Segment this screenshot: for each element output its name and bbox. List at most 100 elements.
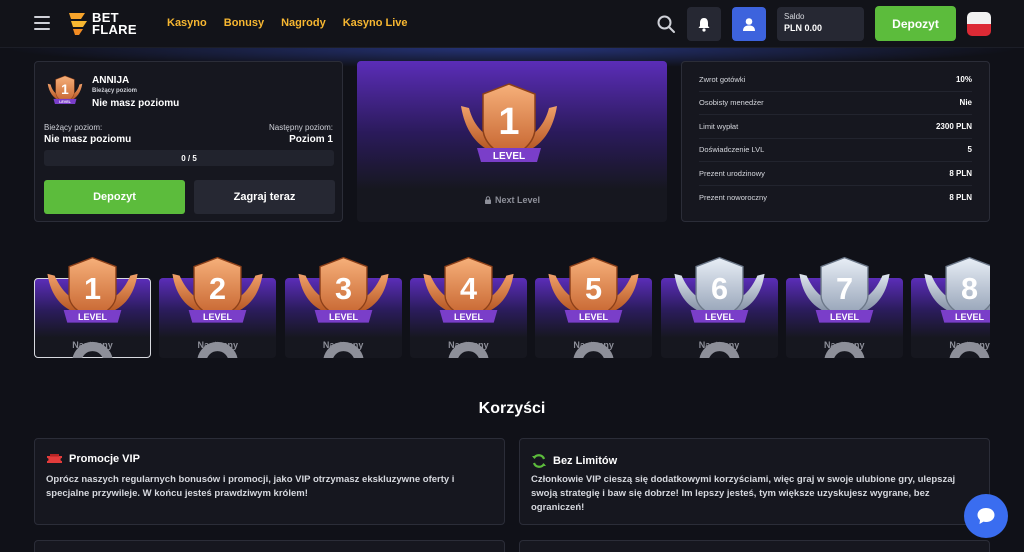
level-2-badge-icon: 2 LEVEL xyxy=(172,256,263,323)
level-word: LEVEL xyxy=(955,312,985,322)
level-next-label: Następny xyxy=(661,340,778,358)
next-level-text: Next Level xyxy=(494,195,541,205)
level-number: 4 xyxy=(460,272,477,306)
ticket-icon xyxy=(47,454,62,463)
benefit-title: Bez Limitów xyxy=(553,455,618,467)
main-nav: Kasyno Bonusy Nagrody Kasyno Live xyxy=(167,17,408,29)
nav-kasyno-live[interactable]: Kasyno Live xyxy=(343,17,408,29)
menu-icon[interactable] xyxy=(34,16,50,30)
stat-row: Doświadczenie LVL 5 xyxy=(699,139,972,162)
nav-bonusy[interactable]: Bonusy xyxy=(224,17,264,29)
level-number: 8 xyxy=(961,272,978,306)
level-number: 5 xyxy=(585,272,602,306)
nav-nagrody[interactable]: Nagrody xyxy=(281,17,326,29)
level-card-4[interactable]: 4 LEVEL Następny xyxy=(409,254,527,358)
flare-logo-icon xyxy=(69,13,87,35)
level-number: 6 xyxy=(710,272,727,306)
stat-value: 10% xyxy=(955,74,972,84)
benefit-description: Oprócz naszych regularnych bonusów i pro… xyxy=(46,474,455,499)
deposit-button[interactable]: Depozyt xyxy=(875,6,956,41)
level-1-badge-icon xyxy=(44,73,86,109)
levels-carousel[interactable]: 1 LEVEL Następny 2 LEVEL Następny 3 LEVEL Następ… xyxy=(34,254,990,358)
stat-row: Limit wypłat 2300 PLN xyxy=(699,115,972,139)
level-3-badge-icon: 3 LEVEL xyxy=(298,256,389,323)
search-icon[interactable] xyxy=(656,14,676,34)
level-8-badge-icon: 8 LEVEL xyxy=(924,256,990,323)
current-level-caption: Bieżący poziom: xyxy=(44,123,103,132)
chat-bubble-icon xyxy=(977,508,995,524)
notifications-button[interactable] xyxy=(687,7,721,41)
stat-label: Prezent urodzinowy xyxy=(699,168,765,178)
play-now-button[interactable]: Zagraj teraz xyxy=(194,180,335,214)
benefit-card-partial xyxy=(34,540,505,552)
level-card-5[interactable]: 5 LEVEL Następny xyxy=(535,254,653,358)
level-4-badge-icon: 4 LEVEL xyxy=(423,256,514,323)
user-icon xyxy=(743,17,755,31)
balance-box[interactable]: Saldo PLN 0.00 xyxy=(777,7,864,41)
level-next-label: Następny xyxy=(911,340,990,358)
level-word: LEVEL xyxy=(579,312,609,322)
stat-label: Zwrot gotówki xyxy=(699,74,746,84)
language-flag-pl-icon[interactable] xyxy=(967,12,991,36)
level-card-8[interactable]: 8 LEVEL Następny xyxy=(911,254,990,358)
stat-label: Prezent noworoczny xyxy=(699,192,767,202)
refresh-icon xyxy=(532,454,546,468)
level-7-badge-icon: 7 LEVEL xyxy=(799,256,890,323)
balance-value: PLN 0.00 xyxy=(784,23,823,33)
level-next-label: Następny xyxy=(285,340,402,358)
progress-text: 0 / 5 xyxy=(181,153,197,163)
lock-icon xyxy=(484,196,491,204)
top-header: BET FLARE Kasyno Bonusy Nagrody Kasyno L… xyxy=(0,0,1024,48)
lock-icon xyxy=(198,341,238,358)
bell-icon xyxy=(698,17,710,32)
stat-value: 8 PLN xyxy=(949,192,972,202)
stat-row: Zwrot gotówki 10% xyxy=(699,68,972,92)
level-next-label: Następny xyxy=(410,340,527,358)
current-level-showcase: Next Level xyxy=(357,61,667,222)
nav-kasyno[interactable]: Kasyno xyxy=(167,17,207,29)
stat-value: 5 xyxy=(967,145,972,155)
level-card-3[interactable]: 3 LEVEL Następny xyxy=(284,254,402,358)
next-level-caption: Następny poziom: xyxy=(268,123,333,132)
profile-button[interactable] xyxy=(732,7,766,41)
level-1-badge-large-icon xyxy=(453,76,565,176)
level-card-7[interactable]: 7 LEVEL Następny xyxy=(785,254,903,358)
lock-icon xyxy=(824,341,865,358)
lock-icon xyxy=(72,341,113,358)
benefit-description: Członkowie VIP cieszą się dodatkowymi ko… xyxy=(531,474,956,513)
level-word: LEVEL xyxy=(830,312,860,322)
stat-label: Limit wypłat xyxy=(699,121,739,131)
live-chat-button[interactable] xyxy=(964,494,1008,538)
lock-icon xyxy=(573,341,614,358)
level-word: LEVEL xyxy=(203,312,233,322)
level-word: LEVEL xyxy=(704,312,734,322)
username: ANNIJA xyxy=(92,75,130,86)
benefit-title: Promocje VIP xyxy=(69,453,140,465)
betflare-logo[interactable]: BET FLARE xyxy=(67,11,137,37)
vip-benefits-table: Zwrot gotówki 10% Osobisty menedżer Nie Limi… xyxy=(681,61,990,222)
logo-text-flare: FLARE xyxy=(92,22,137,37)
level-number: 3 xyxy=(335,272,352,306)
level-card-2[interactable]: 2 LEVEL Następny xyxy=(159,254,277,358)
lock-icon xyxy=(949,341,990,358)
lock-icon xyxy=(323,341,363,358)
stat-label: Osobisty menedżer xyxy=(699,98,764,108)
level-next-label: Następny xyxy=(34,340,151,358)
status-deposit-button[interactable]: Depozyt xyxy=(44,180,185,214)
level-next-label: Następny xyxy=(786,340,903,358)
level-next-label: Następny xyxy=(535,340,652,358)
level-number: 2 xyxy=(209,272,226,306)
level-card-6[interactable]: 6 LEVEL Następny xyxy=(660,254,778,358)
level-progress-bar: 0 / 5 xyxy=(44,150,334,166)
current-level-label: Bieżący poziom xyxy=(92,88,138,94)
benefit-card-no-limits: Bez Limitów Członkowie VIP cieszą się do… xyxy=(519,438,990,525)
level-card-1[interactable]: 1 LEVEL Następny xyxy=(34,254,151,358)
lock-icon xyxy=(699,341,739,358)
level-word: LEVEL xyxy=(78,312,108,322)
level-1-badge-icon: 1 LEVEL xyxy=(47,256,138,323)
level-number: 7 xyxy=(836,272,853,306)
benefit-card-vip-promotions: Promocje VIP Oprócz naszych regularnych … xyxy=(34,438,505,525)
stat-value: Nie xyxy=(959,98,972,108)
next-level-label: Next Level xyxy=(357,195,667,205)
benefits-title: Korzyści xyxy=(478,400,546,417)
